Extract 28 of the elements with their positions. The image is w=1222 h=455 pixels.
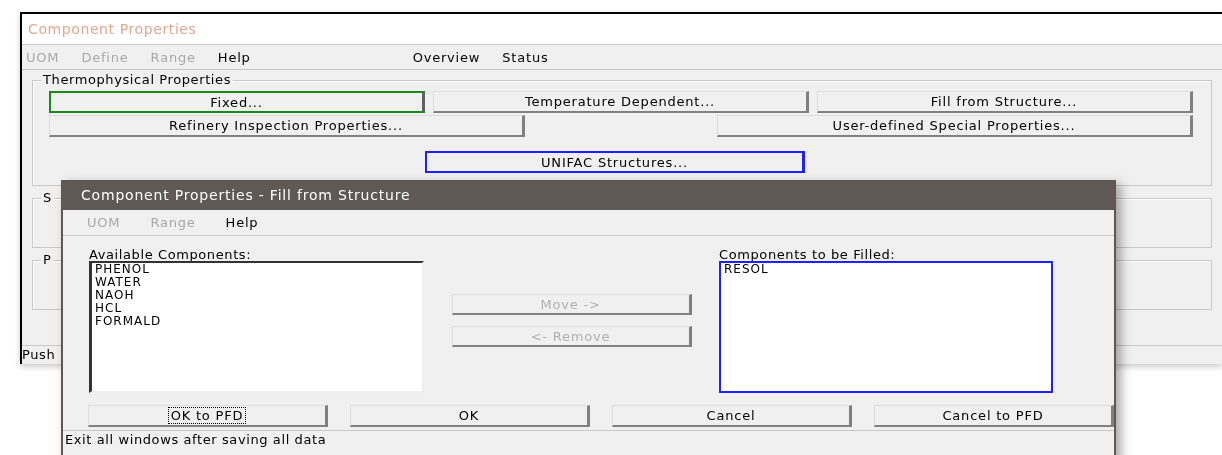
property-button[interactable]: Fixed... xyxy=(49,91,425,113)
dialog-title: Component Properties - Fill from Structure xyxy=(63,180,1114,210)
list-item[interactable]: HCL xyxy=(92,302,123,315)
status-bar: Exit all windows after saving all data xyxy=(63,430,1114,448)
menu-item[interactable]: Help xyxy=(217,49,251,65)
dialog-button[interactable]: OK xyxy=(350,405,590,427)
menu-item[interactable]: Overview xyxy=(412,49,481,65)
available-list[interactable]: PHENOL WATER NAOH HCL FORMALD xyxy=(89,261,424,393)
list-label: Components to be Filled: xyxy=(719,248,897,261)
list-item[interactable]: WATER xyxy=(92,276,142,289)
list-item[interactable]: PHENOL xyxy=(92,263,150,276)
list-item[interactable]: NAOH xyxy=(92,289,135,302)
menu-item[interactable]: Status xyxy=(502,49,549,65)
menu-item[interactable]: Help xyxy=(225,215,259,230)
property-button[interactable]: Refinery Inspection Properties... xyxy=(49,115,525,137)
window-title: Component Properties xyxy=(22,14,1222,44)
list-item[interactable]: FORMALD xyxy=(92,315,162,328)
group-title: Thermophysical Properties xyxy=(41,72,234,88)
property-button[interactable]: UNIFAC Structures... xyxy=(425,151,805,173)
property-button[interactable]: User-defined Special Properties... xyxy=(717,115,1193,137)
dialog-button[interactable]: OK to PFD xyxy=(88,405,328,427)
property-button[interactable]: Temperature Dependent... xyxy=(433,91,809,113)
property-button[interactable]: Fill from Structure... xyxy=(816,91,1193,113)
list-label: Available Components: xyxy=(89,248,253,261)
dialog-button[interactable]: Cancel xyxy=(612,405,852,427)
filled-list[interactable]: RESOL xyxy=(719,261,1053,393)
list-item[interactable]: RESOL xyxy=(721,263,769,276)
dialog-button[interactable]: Cancel to PFD xyxy=(874,405,1114,427)
